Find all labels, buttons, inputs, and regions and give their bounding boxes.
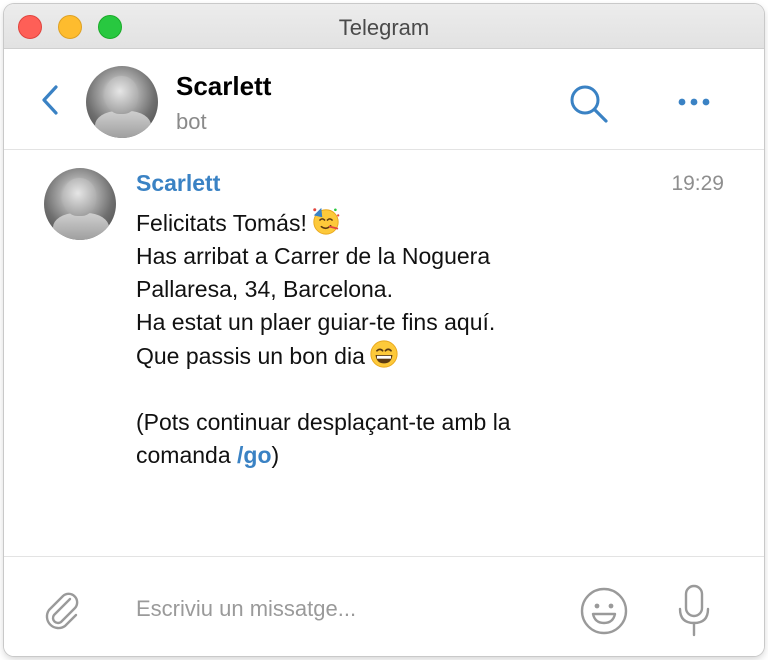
search-icon[interactable] xyxy=(566,81,610,125)
message-line-text: Felicitats Tomás! xyxy=(136,210,307,236)
grinning-face-emoji xyxy=(370,340,398,368)
message-line: Ha estat un plaer guiar-te fins aquí. xyxy=(136,309,496,335)
avatar[interactable] xyxy=(44,168,116,240)
message-line: Pallaresa, 34, Barcelona. xyxy=(136,276,393,302)
message-sender[interactable]: Scarlett xyxy=(136,170,220,197)
message-line: Has arribat a Carrer de la Noguera xyxy=(136,243,491,269)
command-link[interactable]: /go xyxy=(237,442,272,468)
message-list: Scarlett 19:29 Felicitats Tomás! Has arr… xyxy=(4,150,764,556)
message-line-text: ) xyxy=(271,442,280,468)
smiley-icon[interactable] xyxy=(578,585,630,637)
avatar-face-shape xyxy=(104,76,138,114)
paperclip-icon[interactable] xyxy=(40,587,86,633)
more-dots-icon[interactable] xyxy=(672,87,716,117)
message-line: comanda /go) xyxy=(136,439,696,472)
title-bar: Telegram xyxy=(4,4,764,49)
partying-face-emoji xyxy=(313,207,340,235)
avatar[interactable] xyxy=(86,66,158,138)
window-title: Telegram xyxy=(338,15,430,40)
telegram-window: Telegram Scarlett bot Scarlett 19:29 Fel… xyxy=(4,4,764,656)
composer-bar xyxy=(4,556,764,656)
message-text: Felicitats Tomás! Has arribat a Carrer d… xyxy=(136,206,696,472)
chat-subtitle: bot xyxy=(176,109,207,134)
message-input[interactable] xyxy=(132,587,560,631)
message-line: (Pots continuar desplaçant-te amb la xyxy=(136,409,511,435)
avatar-body-shape xyxy=(52,212,109,240)
avatar-face-shape xyxy=(62,178,96,216)
avatar-body-shape xyxy=(94,110,151,138)
chat-title[interactable]: Scarlett xyxy=(176,71,271,102)
message-line-text: comanda xyxy=(136,442,231,468)
microphone-icon[interactable] xyxy=(672,583,716,639)
message-line: Felicitats Tomás! xyxy=(136,206,696,240)
message-line-text: Que passis un bon dia xyxy=(136,343,365,369)
chevron-left-icon[interactable] xyxy=(38,83,64,117)
message-line: Que passis un bon dia xyxy=(136,339,696,373)
chat-header: Scarlett bot xyxy=(4,49,764,150)
message-time: 19:29 xyxy=(671,172,724,195)
